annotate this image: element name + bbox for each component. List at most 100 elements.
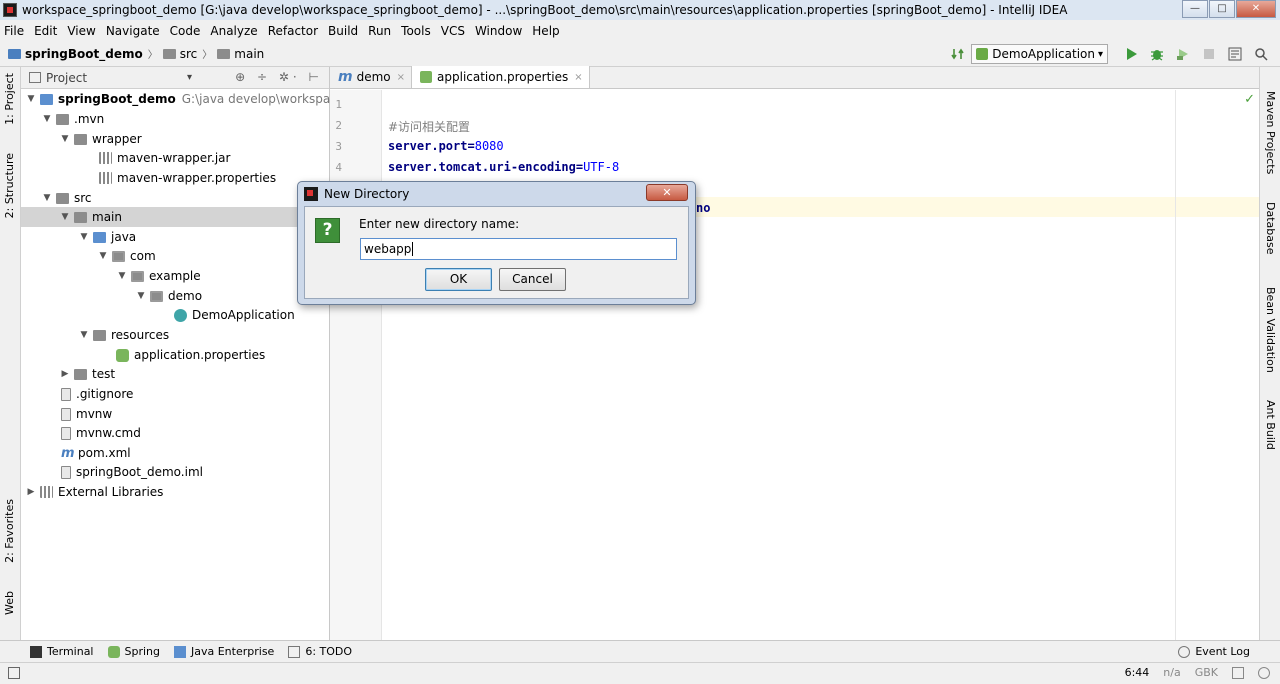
menu-analyze[interactable]: Analyze — [210, 24, 257, 38]
tool-todo[interactable]: 6: TODO — [288, 645, 352, 658]
tree-item-src[interactable]: ▼ src — [21, 188, 92, 208]
tool-event-log[interactable]: Event Log — [1178, 645, 1250, 658]
maximize-button[interactable]: □ — [1209, 0, 1235, 18]
tab-bean-validation[interactable]: Bean Validation — [1264, 287, 1277, 373]
menu-bar: File Edit View Navigate Code Analyze Ref… — [0, 20, 1280, 41]
tree-item-demo[interactable]: ▼ demo — [21, 286, 203, 306]
tree-item-project-root[interactable]: ▼ springBoot_demo G:\java develop\worksp… — [21, 89, 365, 109]
menu-help[interactable]: Help — [532, 24, 559, 38]
tree-item-mvnw-cmd[interactable]: mvnw.cmd — [21, 423, 141, 443]
java-class-icon — [174, 308, 187, 322]
coverage-icon[interactable] — [1176, 47, 1190, 61]
menu-vcs[interactable]: VCS — [441, 24, 465, 38]
code-line-encoding[interactable]: server.tomcat.uri-encoding=UTF-8 — [388, 160, 619, 174]
run-configuration-select[interactable]: DemoApplication ▾ — [971, 44, 1108, 64]
right-tool-strip: Maven Projects Database Bean Validation … — [1259, 67, 1280, 640]
tree-item-gitignore[interactable]: .gitignore — [21, 384, 133, 404]
library-icon — [40, 486, 53, 498]
menu-edit[interactable]: Edit — [34, 24, 57, 38]
file-encoding[interactable]: GBK — [1195, 666, 1218, 679]
tab-database[interactable]: Database — [1264, 202, 1277, 255]
code-comment[interactable]: #访问相关配置 — [388, 118, 470, 135]
dialog-close-button[interactable]: ✕ — [646, 184, 688, 201]
tab-structure-tool[interactable]: 2: Structure — [3, 153, 16, 218]
intellij-icon — [3, 3, 17, 17]
tool-terminal[interactable]: Terminal — [30, 645, 94, 658]
breadcrumb-src[interactable]: src — [162, 47, 197, 61]
folder-icon — [74, 368, 87, 380]
line-number-gutter: 1 2 3 4 — [330, 90, 382, 640]
menu-window[interactable]: Window — [475, 24, 522, 38]
menu-code[interactable]: Code — [170, 24, 201, 38]
tab-maven-projects[interactable]: Maven Projects — [1264, 91, 1277, 174]
layout-icon[interactable] — [8, 667, 20, 679]
tree-item-resources[interactable]: ▼ resources — [21, 325, 170, 345]
inspector-icon[interactable] — [1258, 667, 1270, 679]
tab-project-tool[interactable]: 1: Project — [3, 73, 16, 125]
project-header-icons[interactable]: ⊕ ÷ ✲· ⊢ — [235, 70, 323, 84]
tree-item-mvn[interactable]: ▼ .mvn — [21, 109, 105, 129]
menu-refactor[interactable]: Refactor — [268, 24, 318, 38]
dialog-title-bar: New Directory — [298, 182, 695, 206]
tree-item-test[interactable]: ▶ test — [21, 364, 116, 384]
tree-item-wrapper[interactable]: ▼ wrapper — [21, 129, 142, 149]
chevron-down-icon[interactable]: ▾ — [187, 72, 192, 83]
menu-run[interactable]: Run — [368, 24, 391, 38]
tree-item-mvnw[interactable]: mvnw — [21, 404, 112, 424]
menu-navigate[interactable]: Navigate — [106, 24, 160, 38]
tree-item-main[interactable]: ▼ main — [21, 207, 329, 227]
package-icon — [150, 290, 163, 302]
project-view-select[interactable]: Project — [46, 71, 87, 85]
chevron-down-icon: ▼ — [80, 330, 88, 340]
chevron-down-icon: ▾ — [1097, 48, 1103, 60]
caret-position[interactable]: 6:44 — [1125, 666, 1150, 679]
terminal-icon — [30, 645, 42, 658]
build-icon[interactable] — [951, 47, 965, 61]
debug-icon[interactable] — [1150, 47, 1164, 61]
menu-build[interactable]: Build — [328, 24, 358, 38]
close-button[interactable]: ✕ — [1236, 0, 1276, 18]
tree-item-application-properties[interactable]: application.properties — [21, 345, 265, 365]
project-panel-header: Project ▾ ⊕ ÷ ✲· ⊢ — [21, 67, 329, 89]
code-line-partial[interactable]: no — [696, 201, 710, 215]
breadcrumb-project[interactable]: springBoot_demo — [8, 47, 143, 61]
resources-folder-icon — [93, 329, 106, 341]
menu-file[interactable]: File — [4, 24, 24, 38]
menu-tools[interactable]: Tools — [401, 24, 431, 38]
tree-item-iml[interactable]: springBoot_demo.iml — [21, 462, 203, 482]
chevron-down-icon: ▼ — [61, 212, 69, 222]
tab-application-properties[interactable]: application.properties × — [412, 66, 590, 88]
ok-button[interactable]: OK — [425, 268, 492, 291]
tab-favorites-tool[interactable]: 2: Favorites — [3, 499, 16, 563]
tab-ant-build[interactable]: Ant Build — [1264, 400, 1277, 450]
breadcrumb-main[interactable]: main — [217, 47, 264, 61]
line-separator[interactable]: n/a — [1163, 666, 1180, 679]
menu-view[interactable]: View — [67, 24, 95, 38]
tab-demo[interactable]: m demo × — [330, 66, 413, 88]
tool-spring[interactable]: Spring — [107, 645, 160, 658]
close-icon[interactable]: × — [397, 72, 405, 83]
spring-properties-icon — [420, 71, 433, 83]
minimize-button[interactable]: — — [1182, 0, 1208, 18]
search-icon[interactable] — [1254, 47, 1268, 61]
tool-java-enterprise[interactable]: Java Enterprise — [174, 645, 274, 658]
tree-item-external-libraries[interactable]: ▶ External Libraries — [21, 482, 164, 502]
close-icon[interactable]: × — [574, 72, 582, 83]
project-structure-icon[interactable] — [1228, 47, 1242, 61]
tree-item-com[interactable]: ▼ com — [21, 246, 156, 266]
directory-name-input[interactable]: webapp — [360, 238, 677, 260]
code-line-port[interactable]: server.port=8080 — [388, 139, 504, 153]
tree-item-maven-wrapper-jar[interactable]: maven-wrapper.jar — [21, 148, 230, 168]
run-icon[interactable] — [1124, 47, 1138, 61]
tree-item-demo-application[interactable]: DemoApplication — [21, 305, 295, 325]
stop-icon[interactable] — [1202, 47, 1216, 61]
tree-item-java[interactable]: ▼ java — [21, 227, 137, 247]
folder-icon — [74, 211, 87, 223]
cancel-button[interactable]: Cancel — [499, 268, 566, 291]
breadcrumb-separator: 〉 — [202, 50, 213, 61]
tree-item-maven-wrapper-properties[interactable]: maven-wrapper.properties — [21, 168, 276, 188]
tree-item-example[interactable]: ▼ example — [21, 266, 201, 286]
lock-icon[interactable] — [1232, 667, 1244, 679]
tree-item-pom-xml[interactable]: m pom.xml — [21, 443, 131, 463]
tab-web-tool[interactable]: Web — [3, 591, 16, 615]
